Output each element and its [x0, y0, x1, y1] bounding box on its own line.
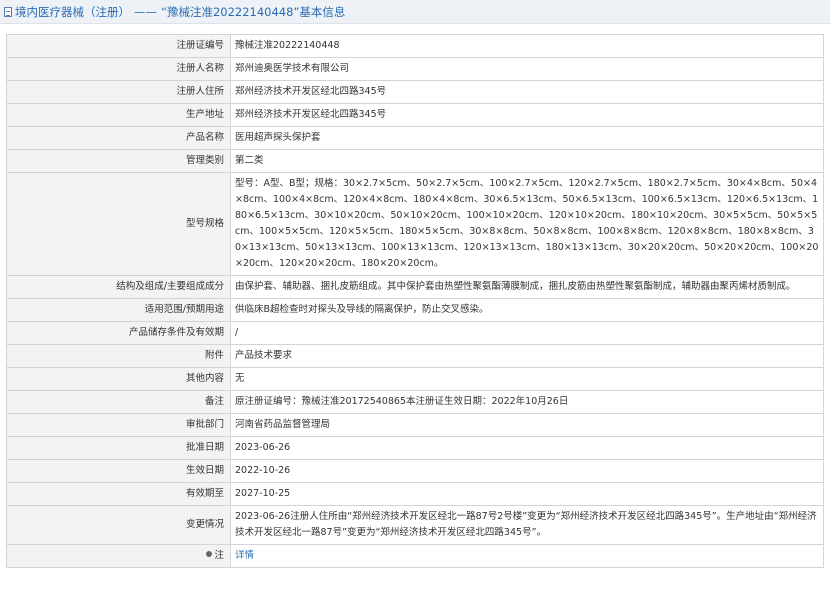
row-value: 豫械注准20222140448 — [230, 34, 824, 58]
table-row: 注册证编号 豫械注准20222140448 — [6, 34, 824, 58]
table-row: 附件 产品技术要求 — [6, 344, 824, 368]
row-value: 无 — [230, 367, 824, 391]
row-label: 其他内容 — [6, 367, 231, 391]
table-row: 生产地址 郑州经济技术开发区经北四路345号 — [6, 103, 824, 127]
row-label: 生产地址 — [6, 103, 231, 127]
row-label: 备注 — [6, 390, 231, 414]
row-value: 郑州经济技术开发区经北四路345号 — [230, 80, 824, 104]
notice-row: 注 详情 — [6, 544, 824, 568]
row-label: 注册证编号 — [6, 34, 231, 58]
row-label: 产品储存条件及有效期 — [6, 321, 231, 345]
row-label: 适用范围/预期用途 — [6, 298, 231, 322]
bulb-icon — [206, 551, 213, 557]
row-value: 医用超声探头保护套 — [230, 126, 824, 150]
row-value: 产品技术要求 — [230, 344, 824, 368]
row-label: 型号规格 — [6, 172, 231, 276]
row-value: / — [230, 321, 824, 345]
table-row: 适用范围/预期用途 供临床B超检查时对探头及导线的隔离保护，防止交叉感染。 — [6, 298, 824, 322]
document-icon — [4, 6, 12, 17]
row-label: 有效期至 — [6, 482, 231, 506]
table-row: 审批部门 河南省药品监督管理局 — [6, 413, 824, 437]
row-label: 注册人住所 — [6, 80, 231, 104]
table-row: 变更情况 2023-06-26注册人住所由“郑州经济技术开发区经北一路87号2号… — [6, 505, 824, 545]
table-row: 管理类别 第二类 — [6, 149, 824, 173]
row-value: 型号：A型、B型；规格：30×2.7×5cm、50×2.7×5cm、100×2.… — [230, 172, 824, 276]
header-separator: —— — [134, 4, 157, 19]
table-row: 结构及组成/主要组成成分 由保护套、辅助器、捆扎皮筋组成。其中保护套由热塑性聚氨… — [6, 275, 824, 299]
row-value: 第二类 — [230, 149, 824, 173]
row-value: 原注册证编号：豫械注准20172540865本注册证生效日期：2022年10月2… — [230, 390, 824, 414]
table-row: 注册人名称 郑州迪奥医学技术有限公司 — [6, 57, 824, 81]
row-label: 产品名称 — [6, 126, 231, 150]
row-value: 2027-10-25 — [230, 482, 824, 506]
row-label: 附件 — [6, 344, 231, 368]
info-table-container: 注册证编号 豫械注准20222140448 注册人名称 郑州迪奥医学技术有限公司… — [6, 34, 824, 568]
row-value: 供临床B超检查时对探头及导线的隔离保护，防止交叉感染。 — [230, 298, 824, 322]
notice-label: 注 — [214, 550, 224, 561]
row-value: 郑州迪奥医学技术有限公司 — [230, 57, 824, 81]
row-label: 变更情况 — [6, 505, 231, 545]
details-link[interactable]: 详情 — [235, 550, 254, 561]
header-title: “豫械注准20222140448”基本信息 — [161, 4, 346, 19]
table-row: 注册人住所 郑州经济技术开发区经北四路345号 — [6, 80, 824, 104]
row-value: 2022-10-26 — [230, 459, 824, 483]
table-row: 有效期至 2027-10-25 — [6, 482, 824, 506]
table-row: 生效日期 2022-10-26 — [6, 459, 824, 483]
basic-info-table: 注册证编号 豫械注准20222140448 注册人名称 郑州迪奥医学技术有限公司… — [6, 34, 824, 568]
row-label: 批准日期 — [6, 436, 231, 460]
table-row: 产品储存条件及有效期 / — [6, 321, 824, 345]
notice-label-cell: 注 — [6, 544, 231, 568]
table-row: 其他内容 无 — [6, 367, 824, 391]
row-label: 管理类别 — [6, 149, 231, 173]
row-value: 河南省药品监督管理局 — [230, 413, 824, 437]
row-label: 审批部门 — [6, 413, 231, 437]
table-row: 产品名称 医用超声探头保护套 — [6, 126, 824, 150]
header-prefix: 境内医疗器械（注册） — [15, 4, 130, 19]
table-row: 备注 原注册证编号：豫械注准20172540865本注册证生效日期：2022年1… — [6, 390, 824, 414]
row-value: 由保护套、辅助器、捆扎皮筋组成。其中保护套由热塑性聚氨酯薄膜制成，捆扎皮筋由热塑… — [230, 275, 824, 299]
row-value: 2023-06-26 — [230, 436, 824, 460]
page-header: 境内医疗器械（注册） —— “豫械注准20222140448”基本信息 — [0, 0, 830, 24]
row-label: 结构及组成/主要组成成分 — [6, 275, 231, 299]
row-value: 郑州经济技术开发区经北四路345号 — [230, 103, 824, 127]
row-label: 注册人名称 — [6, 57, 231, 81]
row-label: 生效日期 — [6, 459, 231, 483]
table-row: 型号规格 型号：A型、B型；规格：30×2.7×5cm、50×2.7×5cm、1… — [6, 172, 824, 276]
row-value: 2023-06-26注册人住所由“郑州经济技术开发区经北一路87号2号楼”变更为… — [230, 505, 824, 545]
table-row: 批准日期 2023-06-26 — [6, 436, 824, 460]
notice-value-cell: 详情 — [230, 544, 824, 568]
